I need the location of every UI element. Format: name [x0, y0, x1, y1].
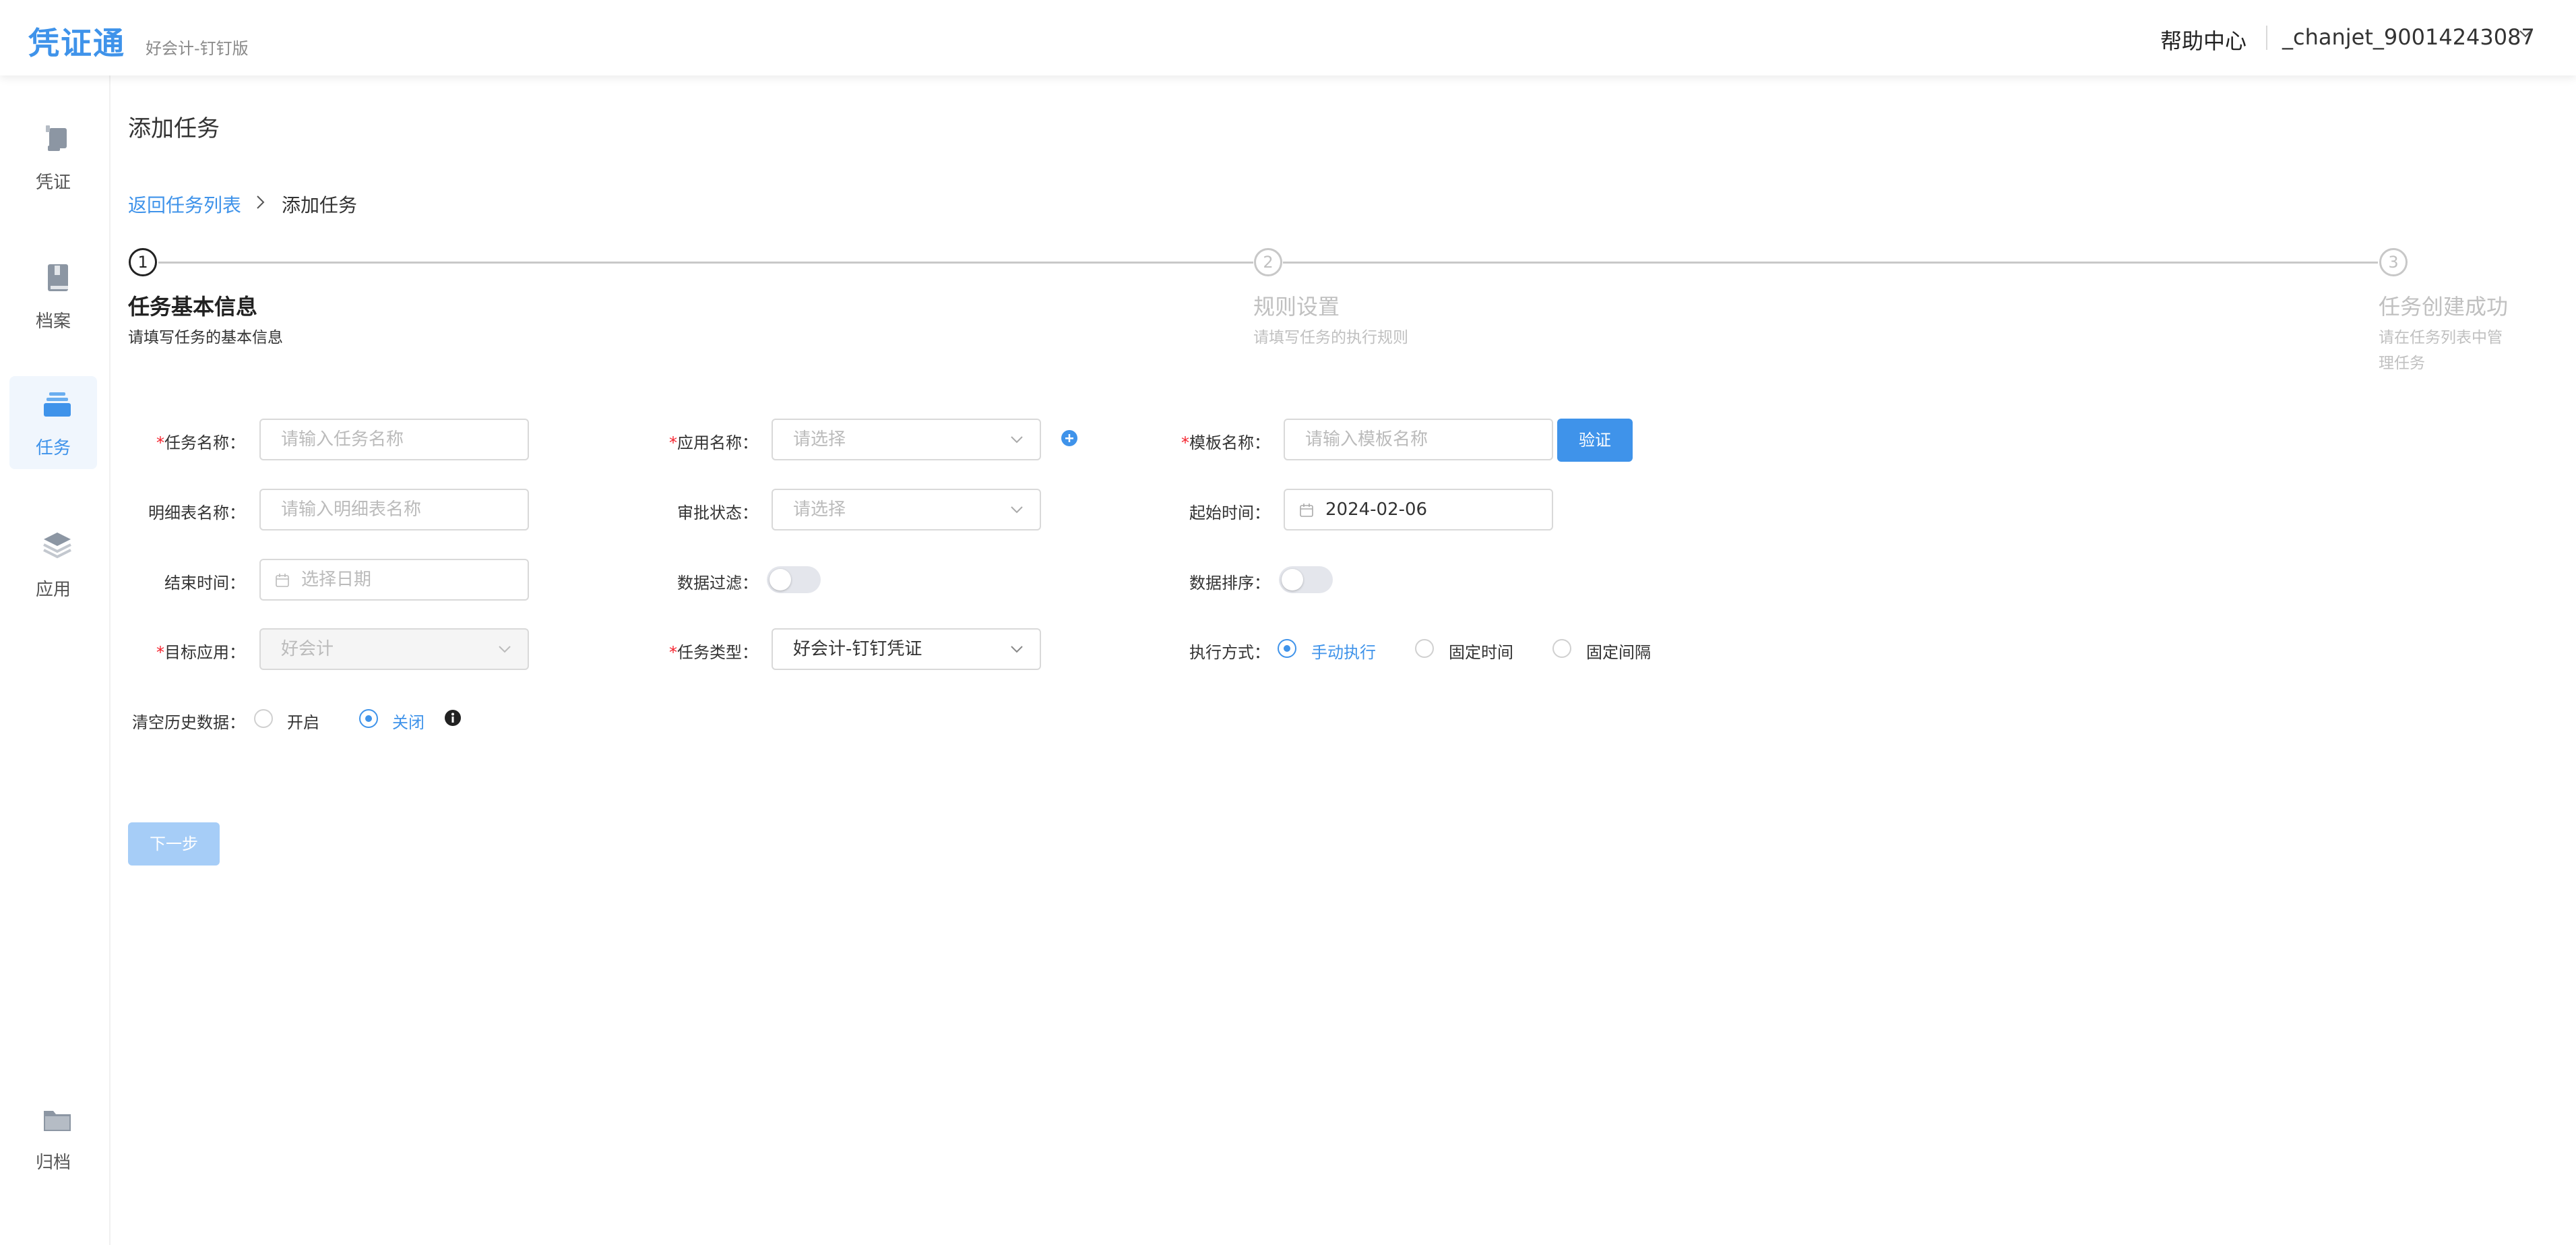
voucher-icon — [46, 125, 67, 151]
exec-mode-fixed-time-label[interactable]: 固定时间 — [1449, 639, 1513, 663]
detail-table-input[interactable]: 请输入明细表名称 — [259, 489, 529, 530]
task-icon — [44, 392, 71, 417]
info-icon[interactable] — [444, 709, 462, 727]
clear-history-label: 清空历史数据： — [132, 713, 245, 732]
step-3-desc-line: 请在任务列表中管 — [2379, 329, 2503, 346]
exec-mode-label: 执行方式： — [1189, 643, 1270, 662]
header-divider — [2266, 26, 2267, 50]
step-1-desc: 请填写任务的基本信息 — [128, 329, 283, 346]
breadcrumb-current: 添加任务 — [282, 194, 358, 216]
next-step-button[interactable]: 下一步 — [128, 822, 220, 866]
toggle-knob — [769, 569, 791, 590]
verify-button[interactable]: 验证 — [1557, 419, 1633, 462]
step-2-circle: 2 — [1254, 248, 1282, 276]
step-connector — [1283, 262, 2378, 264]
app-name-select[interactable]: 请选择 — [772, 419, 1041, 460]
sidebar-item-filed[interactable]: 归档 — [9, 1091, 97, 1184]
approval-status-label: 审批状态： — [677, 504, 758, 522]
sidebar-item-apps[interactable]: 应用 — [9, 518, 97, 611]
help-center-link[interactable]: 帮助中心 — [2160, 24, 2247, 55]
sidebar-item-archive[interactable]: 档案 — [9, 249, 97, 342]
app-name-label: *应用名称： — [669, 433, 758, 452]
chevron-down-icon[interactable] — [2519, 27, 2532, 40]
data-filter-toggle[interactable] — [767, 566, 821, 593]
layers-icon — [43, 533, 71, 559]
step-connector — [158, 262, 1253, 264]
app-name-select-value: 请选择 — [793, 429, 846, 450]
start-time-value: 2024-02-06 — [1325, 499, 1428, 520]
top-header: 凭证通 好会计-钉钉版 帮助中心 _chanjet_90014243087 — [0, 0, 2576, 75]
sidebar-item-voucher[interactable]: 凭证 — [9, 111, 97, 204]
add-app-icon[interactable] — [1061, 429, 1078, 447]
clear-history-off-label[interactable]: 关闭 — [392, 709, 425, 733]
step-2-title: 规则设置 — [1253, 294, 1340, 320]
task-type-value: 好会计-钉钉凭证 — [793, 639, 922, 659]
end-time-placeholder: 选择日期 — [301, 570, 372, 590]
exec-mode-manual-radio[interactable] — [1278, 639, 1296, 658]
data-sort-toggle[interactable] — [1279, 566, 1333, 593]
template-name-label: *模板名称： — [1181, 433, 1270, 452]
exec-mode-fixed-time-radio[interactable] — [1415, 639, 1434, 658]
edition-label: 好会计-钉钉版 — [146, 39, 249, 58]
detail-table-label: 明细表名称： — [148, 504, 245, 522]
clear-history-on-radio[interactable] — [254, 709, 273, 728]
task-type-label: *任务类型： — [669, 643, 758, 662]
exec-mode-fixed-interval-radio[interactable] — [1552, 639, 1571, 658]
calendar-icon — [1300, 504, 1313, 517]
target-app-value: 好会计 — [281, 639, 334, 659]
sidebar-item-label: 应用 — [35, 580, 71, 600]
sidebar-item-label: 归档 — [35, 1153, 71, 1173]
data-filter-label: 数据过滤： — [677, 574, 758, 593]
end-time-label: 结束时间： — [164, 574, 245, 593]
sidebar-item-label: 档案 — [35, 311, 71, 332]
clear-history-off-radio[interactable] — [359, 709, 378, 728]
step-3-circle: 3 — [2379, 248, 2408, 276]
data-sort-label: 数据排序： — [1189, 574, 1270, 593]
clear-history-on-label[interactable]: 开启 — [287, 709, 319, 733]
exec-mode-fixed-interval-label[interactable]: 固定间隔 — [1586, 639, 1651, 663]
sidebar-item-label: 凭证 — [35, 173, 71, 193]
user-menu[interactable]: _chanjet_90014243087 — [2282, 24, 2535, 50]
task-type-select[interactable]: 好会计-钉钉凭证 — [772, 628, 1041, 670]
start-time-label: 起始时间： — [1189, 504, 1270, 522]
chevron-right-icon — [257, 195, 265, 209]
step-1-circle: 1 — [129, 248, 157, 276]
step-2-desc: 请填写任务的执行规则 — [1253, 329, 1408, 346]
chevron-down-icon — [1011, 646, 1023, 653]
sidebar-item-label: 任务 — [35, 438, 71, 458]
book-icon — [48, 264, 68, 291]
toggle-knob — [1282, 569, 1303, 590]
approval-status-select[interactable]: 请选择 — [772, 489, 1041, 530]
step-1-title: 任务基本信息 — [128, 294, 258, 320]
folder-icon — [44, 1111, 71, 1131]
step-3-desc-line: 理任务 — [2379, 355, 2425, 372]
step-3-title: 任务创建成功 — [2379, 294, 2509, 320]
chevron-down-icon — [499, 646, 511, 653]
target-app-label: *目标应用： — [156, 643, 245, 662]
start-time-picker[interactable]: 2024-02-06 — [1284, 489, 1553, 530]
app-logo[interactable]: 凭证通 — [28, 19, 125, 63]
template-name-input[interactable]: 请输入模板名称 — [1284, 419, 1553, 460]
step-3-desc: 请在任务列表中管 理任务 — [2379, 325, 2534, 376]
sidebar: 凭证 档案 任务 应用 归档 — [0, 75, 111, 1245]
calendar-icon — [276, 574, 289, 587]
chevron-down-icon — [1011, 506, 1023, 514]
target-app-select: 好会计 — [259, 628, 529, 670]
task-name-input[interactable]: 请输入任务名称 — [259, 419, 529, 460]
sidebar-item-task[interactable]: 任务 — [9, 376, 97, 469]
approval-status-select-value: 请选择 — [793, 499, 846, 520]
chevron-down-icon — [1011, 436, 1023, 444]
task-name-label: *任务名称： — [156, 433, 245, 452]
exec-mode-manual-label[interactable]: 手动执行 — [1311, 639, 1376, 663]
breadcrumb-back-link[interactable]: 返回任务列表 — [128, 191, 241, 218]
page-title: 添加任务 — [128, 115, 220, 142]
end-time-picker[interactable]: 选择日期 — [259, 559, 529, 601]
